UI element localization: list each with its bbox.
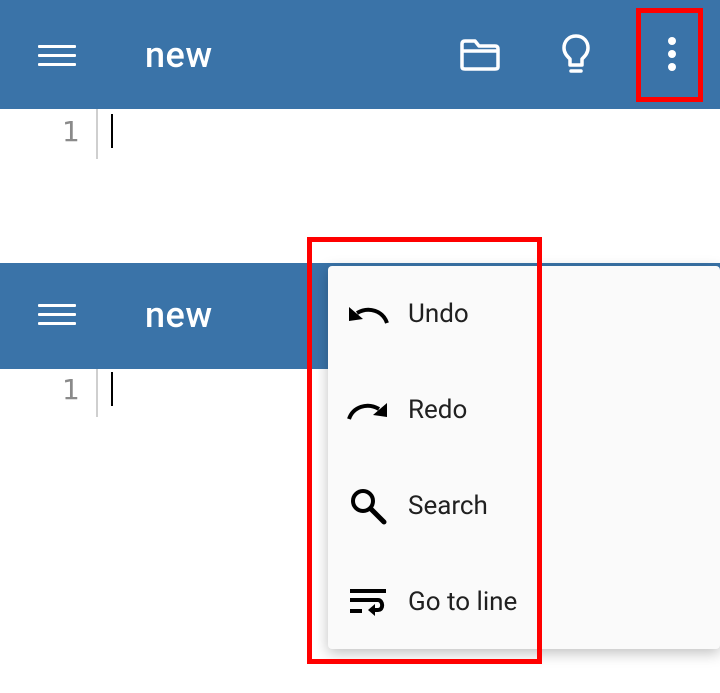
lightbulb-icon[interactable] bbox=[556, 30, 596, 80]
hamburger-menu-icon[interactable] bbox=[38, 304, 76, 326]
text-cursor bbox=[111, 114, 113, 148]
folder-icon[interactable] bbox=[456, 33, 504, 77]
document-title: new bbox=[145, 34, 213, 76]
app-bar-top: new bbox=[0, 0, 720, 109]
highlight-box-menu bbox=[307, 237, 542, 664]
line-number: 1 bbox=[62, 115, 80, 148]
line-gutter bbox=[96, 369, 98, 417]
highlight-box-overflow bbox=[636, 8, 703, 102]
line-gutter bbox=[96, 109, 98, 159]
text-cursor bbox=[111, 372, 113, 406]
hamburger-menu-icon[interactable] bbox=[38, 45, 76, 67]
document-title: new bbox=[145, 294, 213, 336]
line-number: 1 bbox=[62, 373, 80, 406]
